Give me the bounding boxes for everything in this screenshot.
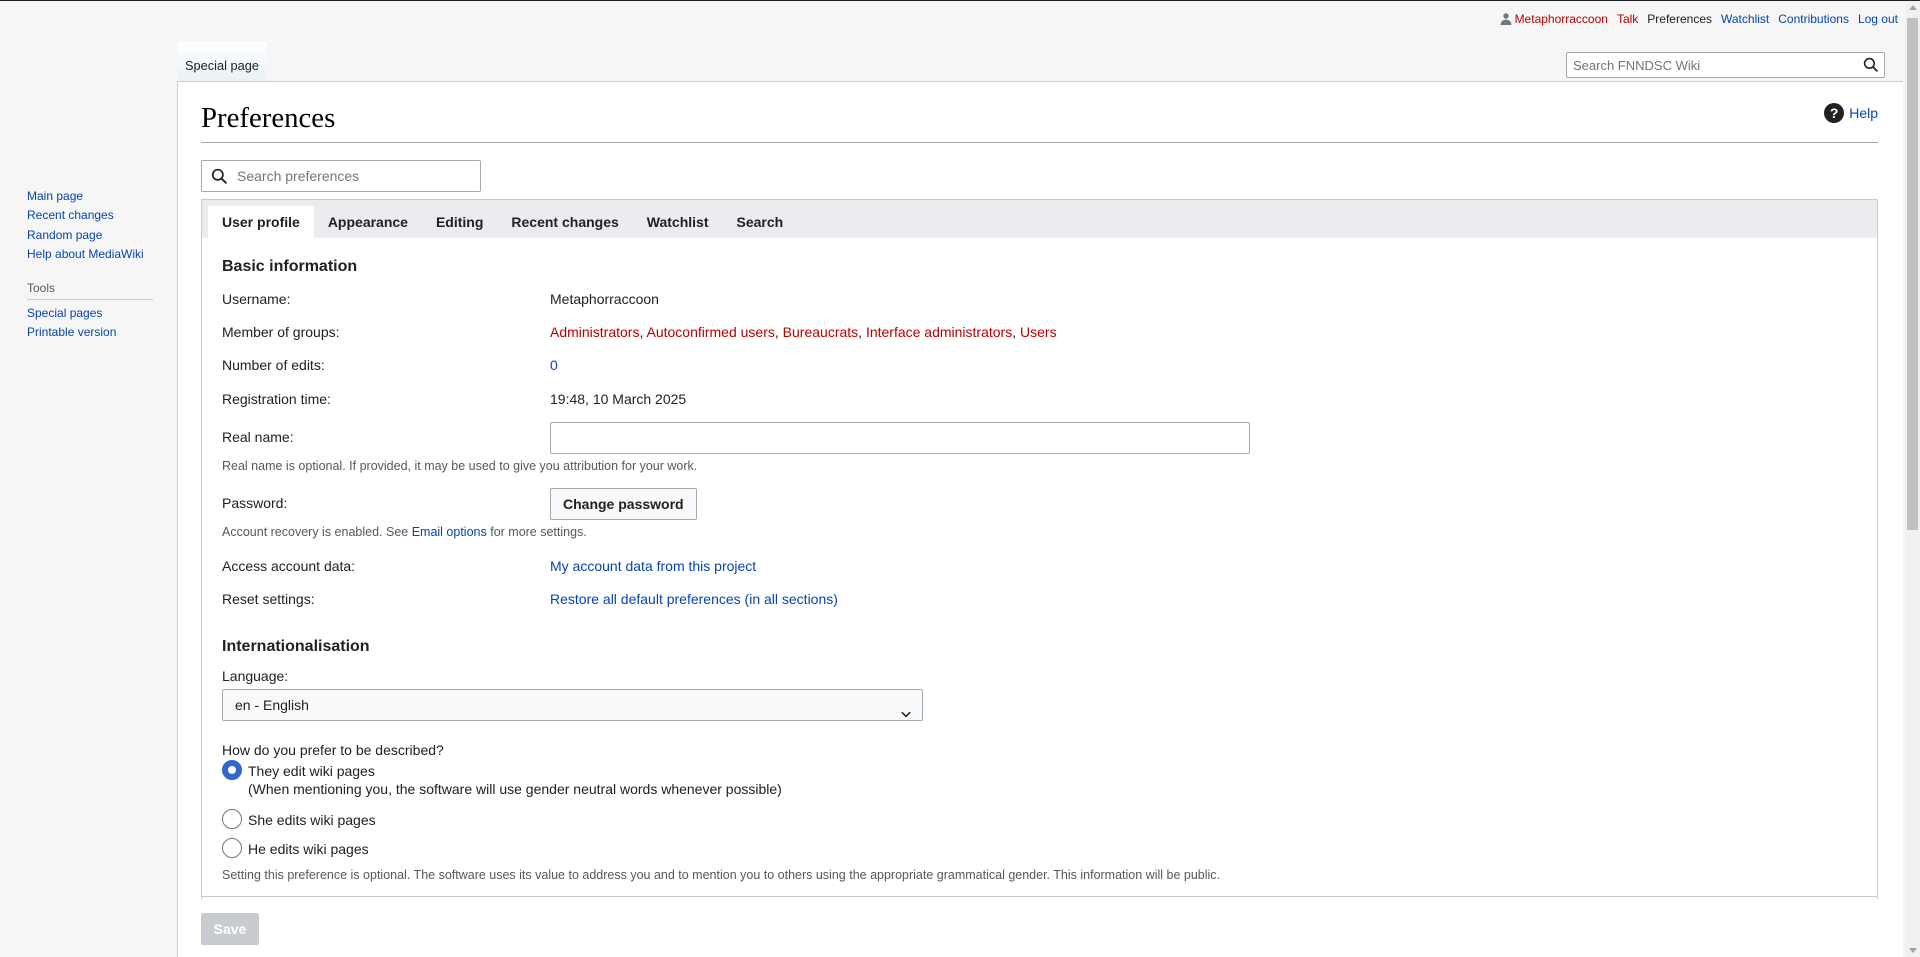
watchlist-link[interactable]: Watchlist <box>1721 12 1769 26</box>
recovery-text-post: for more settings. <box>486 525 587 539</box>
recovery-help: Account recovery is enabled. See Email o… <box>222 525 587 539</box>
gender-help: Setting this preference is optional. The… <box>222 868 1221 882</box>
wiki-search <box>1566 52 1885 78</box>
help-label: Help <box>1849 105 1878 121</box>
realname-label: Real name: <box>222 429 294 445</box>
account-data-link[interactable]: My account data from this project <box>550 558 756 574</box>
user-page-link[interactable]: Metaphorraccoon <box>1515 12 1608 26</box>
help-link[interactable]: ? Help <box>1824 103 1878 123</box>
talk-link[interactable]: Talk <box>1617 12 1638 26</box>
logout-link[interactable]: Log out <box>1858 12 1898 26</box>
preferences-panel: User profile Appearance Editing Recent c… <box>201 199 1878 899</box>
groups-label: Member of groups: <box>222 324 340 340</box>
registration-value: 19:48, 10 March 2025 <box>550 391 687 407</box>
basic-information-heading: Basic information <box>222 258 358 275</box>
page-scrollbar[interactable] <box>1905 1 1920 957</box>
wiki-search-input[interactable] <box>1567 53 1847 77</box>
sidebar-item-main-page[interactable]: Main page <box>27 187 144 206</box>
recovery-text-pre: Account recovery is enabled. See <box>222 525 412 539</box>
language-label: Language: <box>222 668 289 684</box>
realname-help: Real name is optional. If provided, it m… <box>222 459 698 473</box>
help-icon: ? <box>1824 103 1845 123</box>
change-password-button[interactable]: Change password <box>550 488 697 520</box>
contributions-link[interactable]: Contributions <box>1778 12 1849 26</box>
edits-label: Number of edits: <box>222 357 325 373</box>
sidebar-item-special-pages[interactable]: Special pages <box>27 304 116 323</box>
gender-female-option[interactable]: She edits wiki pages <box>222 809 376 831</box>
preferences-search <box>201 160 481 192</box>
gender-neutral-option[interactable]: They edit wiki pages (When mentioning yo… <box>222 760 782 798</box>
tab-recent-changes[interactable]: Recent changes <box>497 206 632 238</box>
group-link-administrators[interactable]: Administrators <box>550 324 639 340</box>
tab-editing[interactable]: Editing <box>422 206 497 238</box>
scrollbar-thumb[interactable] <box>1907 18 1918 530</box>
search-icon[interactable] <box>1863 57 1879 73</box>
gender-neutral-label: They edit wiki pages <box>248 763 375 779</box>
tab-user-profile[interactable]: User profile <box>208 206 314 238</box>
radio-unselected[interactable] <box>222 809 242 829</box>
main-content: Preferences ? Help User profile Appearan… <box>177 81 1903 957</box>
restore-defaults-link[interactable]: Restore all default preferences (in all … <box>550 591 838 607</box>
email-options-link[interactable]: Email options <box>412 525 487 539</box>
gender-neutral-note: (When mentioning you, the software will … <box>248 781 782 797</box>
sidebar: Main page Recent changes Random page Hel… <box>0 1 177 956</box>
personal-tools: Metaphorraccoon Talk Preferences Watchli… <box>1500 12 1898 26</box>
radio-selected[interactable] <box>222 760 242 780</box>
gender-female-label: She edits wiki pages <box>248 812 376 828</box>
preferences-link[interactable]: Preferences <box>1647 12 1712 26</box>
group-link-autoconfirmed[interactable]: Autoconfirmed users <box>646 324 774 340</box>
gender-neutral-text: They edit wiki pages (When mentioning yo… <box>248 762 782 798</box>
internationalisation-heading: Internationalisation <box>222 638 370 655</box>
radio-unselected[interactable] <box>222 838 242 858</box>
namespace-tabs: Special page <box>177 42 267 82</box>
tools-heading: Tools <box>27 281 153 300</box>
group-link-interface-admins[interactable]: Interface administrators <box>866 324 1012 340</box>
gender-male-option[interactable]: He edits wiki pages <box>222 838 369 860</box>
groups-value: Administrators, Autoconfirmed users, Bur… <box>550 324 1057 340</box>
sidebar-item-recent-changes[interactable]: Recent changes <box>27 206 144 225</box>
save-button[interactable]: Save <box>201 913 259 945</box>
preferences-search-input[interactable] <box>235 161 475 191</box>
tools-portal: Special pages Printable version <box>27 304 116 343</box>
password-label: Password: <box>222 495 288 511</box>
chevron-down-icon <box>900 700 912 718</box>
gender-male-label: He edits wiki pages <box>248 841 369 857</box>
preferences-tabs: User profile Appearance Editing Recent c… <box>202 200 1877 238</box>
sidebar-item-help[interactable]: Help about MediaWiki <box>27 245 144 264</box>
reset-label: Reset settings: <box>222 591 315 607</box>
save-bar-divider <box>201 896 1878 897</box>
title-divider <box>201 142 1878 143</box>
scroll-down-arrow-icon[interactable] <box>1909 948 1917 953</box>
scroll-up-arrow-icon[interactable] <box>1909 5 1917 10</box>
access-data-label: Access account data: <box>222 558 356 574</box>
tab-special-page[interactable]: Special page <box>177 42 267 82</box>
tab-watchlist[interactable]: Watchlist <box>633 206 723 238</box>
username-value: Metaphorraccoon <box>550 291 659 307</box>
username-label: Username: <box>222 291 291 307</box>
sidebar-item-random-page[interactable]: Random page <box>27 226 144 245</box>
navigation-portal: Main page Recent changes Random page Hel… <box>27 187 144 265</box>
gender-question: How do you prefer to be described? <box>222 742 444 758</box>
group-link-users[interactable]: Users <box>1020 324 1057 340</box>
realname-input[interactable] <box>550 422 1250 454</box>
search-icon <box>211 168 228 185</box>
language-value: en - English <box>235 697 309 713</box>
edits-count-link[interactable]: 0 <box>550 357 558 373</box>
sidebar-item-printable-version[interactable]: Printable version <box>27 323 116 342</box>
registration-label: Registration time: <box>222 391 331 407</box>
user-icon <box>1500 13 1512 25</box>
tab-search[interactable]: Search <box>723 206 798 238</box>
page-title: Preferences <box>201 102 336 134</box>
language-select[interactable]: en - English <box>222 689 923 721</box>
group-link-bureaucrats[interactable]: Bureaucrats <box>783 324 858 340</box>
tab-appearance[interactable]: Appearance <box>314 206 422 238</box>
